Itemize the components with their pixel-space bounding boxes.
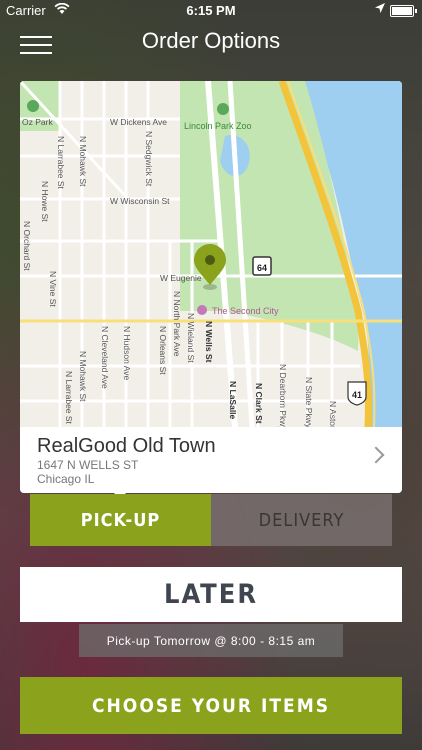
map-label-wieland: N Wieland St bbox=[186, 313, 196, 363]
map-label-astor: N Astor bbox=[328, 401, 338, 427]
map-label-orleans: N Orleans St bbox=[158, 326, 168, 375]
map-label-north-park: N North Park Ave bbox=[172, 291, 182, 357]
store-map[interactable]: Oz Park Lincoln Park Zoo W Dickens Ave W… bbox=[20, 81, 402, 427]
route-64-shield: 64 bbox=[252, 256, 272, 276]
map-label-mohawk-2: N Mohawk St bbox=[78, 351, 88, 402]
delivery-tab[interactable]: DELIVERY bbox=[211, 494, 392, 546]
status-bar: Carrier 6:15 PM bbox=[0, 0, 422, 22]
map-label-clark: N Clark St bbox=[254, 383, 264, 424]
page-title: Order Options bbox=[141, 28, 281, 53]
map-label-oz-park: Oz Park bbox=[22, 117, 53, 127]
map-label-second-city: The Second City bbox=[212, 306, 279, 316]
map-label-lasalle: N LaSalle bbox=[228, 381, 238, 420]
zoo-icon bbox=[217, 103, 229, 115]
location-arrow-icon bbox=[374, 2, 386, 17]
store-name: RealGood Old Town bbox=[37, 435, 216, 457]
theater-icon bbox=[197, 305, 207, 315]
map-label-larrabee-2: N Larrabee St bbox=[64, 371, 74, 425]
map-label-wells: N Wells St bbox=[204, 321, 214, 363]
map-label-howe: N Howe St bbox=[40, 181, 50, 222]
map-label-vine: N Vine St bbox=[48, 271, 58, 307]
map-label-dickens: W Dickens Ave bbox=[110, 117, 167, 127]
route-41-shield: 41 bbox=[347, 381, 367, 406]
map-label-orchard: N Orchard St bbox=[22, 221, 32, 271]
map-label-wisconsin: W Wisconsin St bbox=[110, 196, 170, 206]
park-icon bbox=[27, 100, 39, 112]
battery-icon bbox=[390, 5, 417, 17]
map-label-larrabee: N Larrabee St bbox=[56, 136, 66, 190]
pickup-tab[interactable]: PICK-UP bbox=[30, 494, 211, 546]
pickup-time-label: Pick-up Tomorrow @ 8:00 - 8:15 am bbox=[79, 624, 343, 657]
chevron-right-icon[interactable] bbox=[367, 446, 385, 464]
map-label-eugenie: W Eugenie bbox=[160, 273, 202, 283]
store-street: 1647 N WELLS ST bbox=[37, 458, 139, 472]
map-label-dearborn: N Dearborn Pkwy bbox=[278, 364, 288, 427]
map-label-mohawk: N Mohawk St bbox=[78, 136, 88, 187]
map-label-zoo: Lincoln Park Zoo bbox=[184, 121, 252, 131]
map-label-cleveland: N Cleveland Ave bbox=[100, 326, 110, 389]
location-card[interactable]: Oz Park Lincoln Park Zoo W Dickens Ave W… bbox=[20, 81, 402, 493]
later-button[interactable]: LATER bbox=[20, 567, 402, 622]
store-city: Chicago IL bbox=[37, 472, 95, 486]
svg-text:41: 41 bbox=[352, 390, 362, 400]
choose-items-button[interactable]: CHOOSE YOUR ITEMS bbox=[20, 677, 402, 734]
map-label-sedgwick: N Sedgwick St bbox=[144, 131, 154, 187]
clock: 6:15 PM bbox=[186, 3, 236, 18]
svg-text:64: 64 bbox=[257, 263, 267, 273]
map-label-hudson: N Hudson Ave bbox=[122, 326, 132, 380]
nav-bar: Order Options bbox=[0, 22, 422, 64]
location-details[interactable]: RealGood Old Town 1647 N WELLS ST Chicag… bbox=[20, 427, 402, 493]
map-label-state: N State Pkwy bbox=[304, 377, 314, 427]
